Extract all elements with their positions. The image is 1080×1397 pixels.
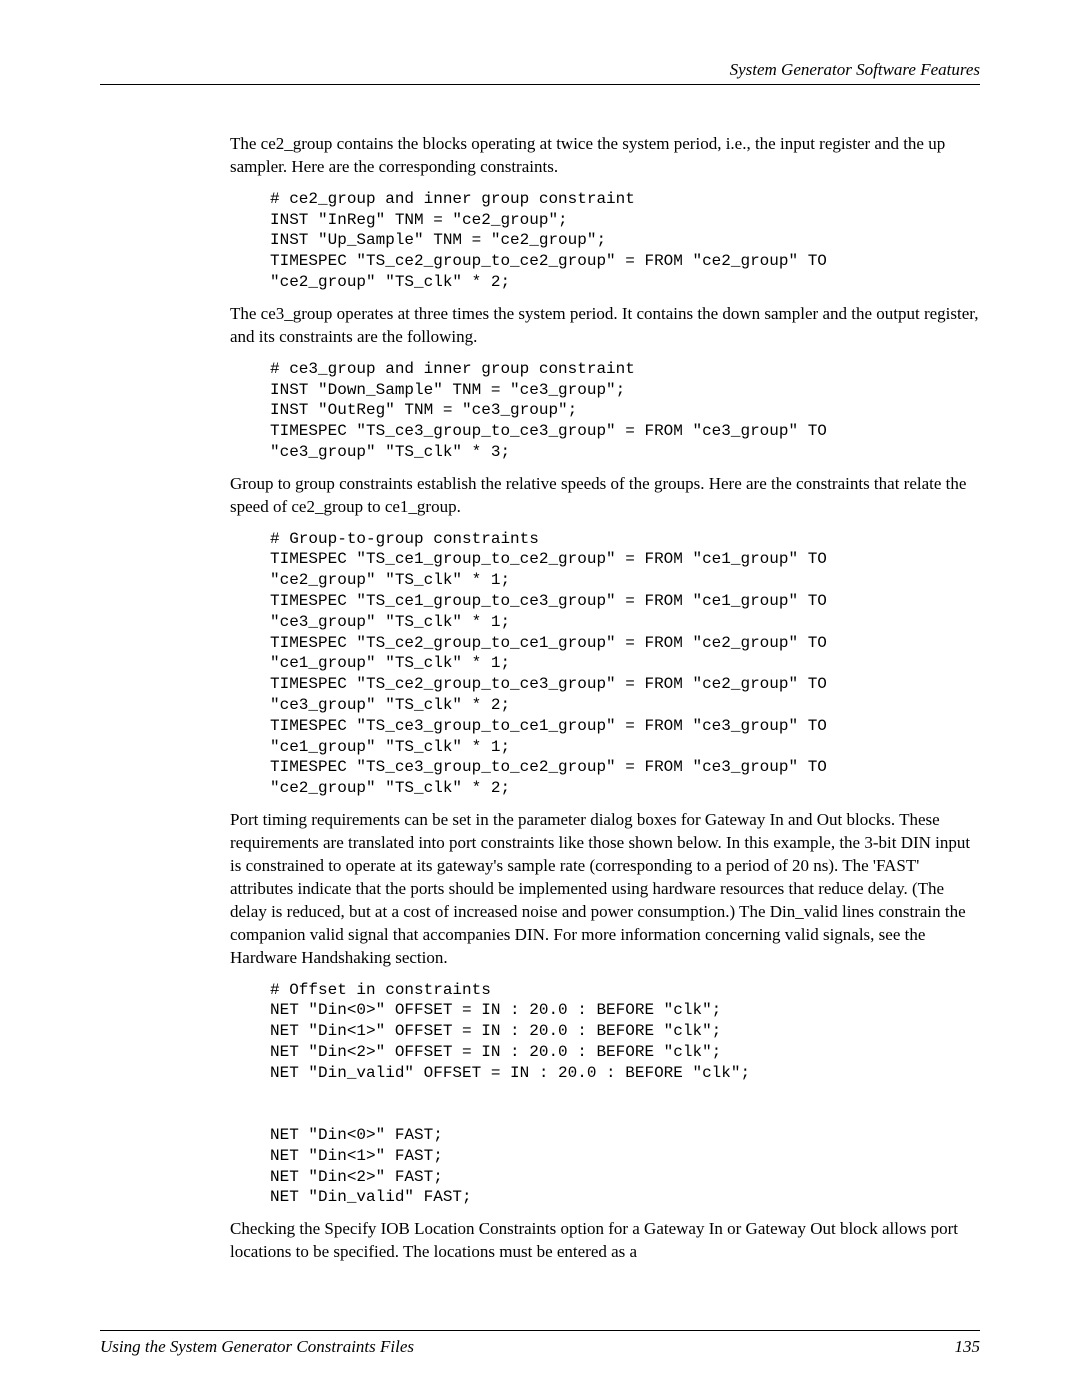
header-title: System Generator Software Features [730, 60, 980, 79]
footer: Using the System Generator Constraints F… [100, 1330, 980, 1357]
page: System Generator Software Features The c… [0, 0, 1080, 1397]
code-block-1: # ce2_group and inner group constraint I… [270, 189, 980, 293]
paragraph-1: The ce2_group contains the blocks operat… [230, 133, 980, 179]
code-block-2: # ce3_group and inner group constraint I… [270, 359, 980, 463]
paragraph-4: Port timing requirements can be set in t… [230, 809, 980, 970]
code-block-3: # Group-to-group constraints TIMESPEC "T… [270, 529, 980, 799]
code-block-4: # Offset in constraints NET "Din<0>" OFF… [270, 980, 980, 1209]
main-content: The ce2_group contains the blocks operat… [230, 133, 980, 1264]
paragraph-2: The ce3_group operates at three times th… [230, 303, 980, 349]
paragraph-5: Checking the Specify IOB Location Constr… [230, 1218, 980, 1264]
footer-left: Using the System Generator Constraints F… [100, 1337, 414, 1357]
running-header: System Generator Software Features [100, 60, 980, 85]
page-number: 135 [955, 1337, 981, 1357]
paragraph-3: Group to group constraints establish the… [230, 473, 980, 519]
